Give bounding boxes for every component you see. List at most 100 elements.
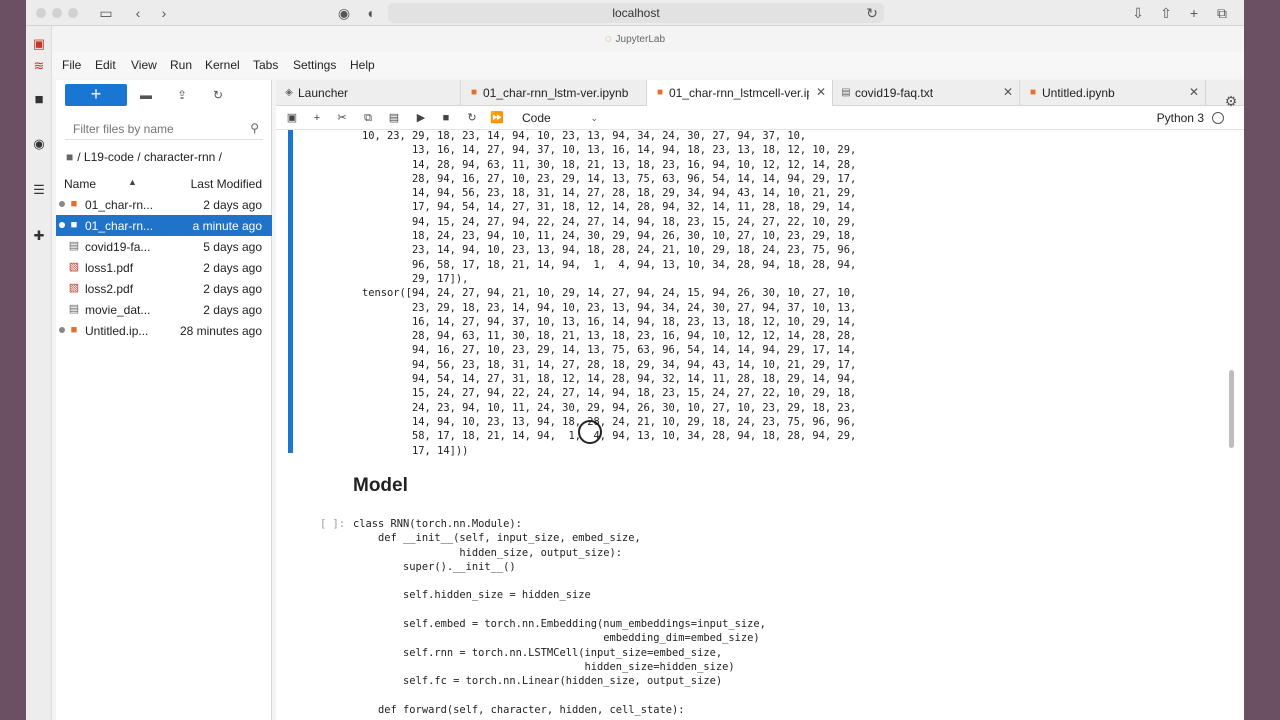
close-icon[interactable]: ✕ [1189,85,1199,99]
sidebar-toggle-icon[interactable]: ▭ [96,3,116,23]
tab-label: covid19-faq.txt [855,86,934,100]
filter-input[interactable] [65,118,235,140]
jupyter-menu-icon[interactable]: ▣ [31,36,47,52]
new-launcher-button[interactable]: + [65,84,127,106]
paste-icon[interactable]: ▤ [386,110,402,126]
code-cell-editor[interactable]: class RNN(torch.nn.Module): def __init__… [353,517,766,717]
menu-run[interactable]: Run [170,58,192,72]
activity-bar: ▣ ≋ ■ ◉ ☰ ✚ [26,26,52,720]
rocket-icon: ◈ [285,87,293,98]
folder-icon: ■ [66,150,74,164]
cell-type-label: Code [522,111,551,125]
privacy-icon[interactable]: ◉ [334,3,354,23]
notebook-panel[interactable]: 10, 23, 29, 18, 23, 14, 94, 10, 23, 13, … [276,130,1216,720]
breadcrumb[interactable]: ■ / L19-code / character-rnn / [66,150,222,164]
shield-icon[interactable]: ◖ [360,3,380,23]
chevron-down-icon: ⌄ [590,113,598,123]
file-row[interactable]: ■ 01_char-rn... 2 days ago [56,194,272,215]
file-name: covid19-fa... [85,240,151,254]
file-row[interactable]: ▧ loss1.pdf 2 days ago [56,257,272,278]
forward-icon[interactable]: › [154,3,174,23]
insert-cell-icon[interactable]: + [309,110,325,126]
stop-icon[interactable]: ■ [438,110,454,126]
run-icon[interactable]: ▶ [413,110,429,126]
file-name: loss2.pdf [85,282,134,296]
running-dot-icon [59,327,65,333]
menu-kernel[interactable]: Kernel [205,58,240,72]
minimize-window-button[interactable] [52,8,62,18]
zoom-window-button[interactable] [68,8,78,18]
file-row[interactable]: ▧ loss2.pdf 2 days ago [56,278,272,299]
markdown-heading: Model [353,475,408,496]
commands-icon[interactable]: ☰ [31,182,47,198]
folder-icon[interactable]: ■ [31,92,47,108]
notebook-icon: ■ [470,87,478,98]
close-icon[interactable]: ✕ [1003,85,1013,99]
tab-notebook-lstmcell[interactable]: ■ 01_char-rnn_lstmcell-ver.ipy ✕ [647,80,833,107]
pdf-icon: ▧ [68,282,80,294]
input-prompt: [ ]: [320,518,346,530]
file-row[interactable]: ■ Untitled.ip... 28 minutes ago [56,320,272,341]
cell-type-select[interactable]: Code ⌄ [522,109,602,127]
menu-help[interactable]: Help [350,58,375,72]
menu-view[interactable]: View [131,58,157,72]
notebook-toolbar: ▣ + ✂ ⧉ ▤ ▶ ■ ↻ ⏩ Code ⌄ Python 3 [276,106,1244,130]
tab-label: Untitled.ipynb [1042,86,1115,100]
upload-icon[interactable]: ⇪ [174,87,190,103]
save-icon[interactable]: ▣ [284,110,300,126]
jupyterlab-header: ◌ JupyterLab [26,26,1244,52]
refresh-icon[interactable]: ↻ [210,87,226,103]
kernel-name[interactable]: Python 3 [1157,111,1204,125]
cursor-highlight-icon [578,420,602,444]
menu-bar: File Edit View Run Kernel Tabs Settings … [26,52,1244,78]
download-icon[interactable]: ⇩ [1128,3,1148,23]
extensions-icon[interactable]: ✚ [31,228,47,244]
tab-untitled[interactable]: ■ Untitled.ipynb ✕ [1020,80,1206,106]
file-list-header: Name ▲ Last Modified [56,174,272,194]
close-icon[interactable]: ✕ [816,85,826,99]
file-name: Untitled.ip... [85,324,149,338]
menu-tabs[interactable]: Tabs [253,58,278,72]
main-area: ◈ Launcher ■ 01_char-rnn_lstm-ver.ipynb … [276,80,1244,720]
reload-icon[interactable]: ↻ [862,3,882,23]
restart-icon[interactable]: ↻ [464,110,480,126]
tab-launcher[interactable]: ◈ Launcher [276,80,461,106]
file-icon: ▤ [68,240,80,252]
tab-covid19-faq[interactable]: ▤ covid19-faq.txt ✕ [833,80,1020,106]
menu-edit[interactable]: Edit [95,58,116,72]
copy-icon[interactable]: ⧉ [360,110,376,126]
menu-settings[interactable]: Settings [293,58,336,72]
running-dot-icon [59,201,65,207]
file-row[interactable]: ■ 01_char-rn... a minute ago [56,215,272,236]
file-name: movie_dat... [85,303,151,317]
share-icon[interactable]: ⇧ [1156,3,1176,23]
column-last-modified[interactable]: Last Modified [191,177,262,191]
property-inspector-icon[interactable]: ⚙ [1222,92,1240,110]
run-all-icon[interactable]: ⏩ [489,110,505,126]
back-icon[interactable]: ‹ [128,3,148,23]
tab-overview-icon[interactable]: ⧉ [1212,3,1232,23]
sidebar-toggle-icon[interactable]: ≋ [31,58,47,74]
running-icon[interactable]: ◉ [31,136,47,152]
cell-output: 10, 23, 29, 18, 23, 14, 94, 10, 23, 13, … [362,130,857,457]
breadcrumb-path: / L19-code / character-rnn / [77,150,222,164]
column-name[interactable]: Name [64,177,96,191]
cut-icon[interactable]: ✂ [334,110,350,126]
new-folder-icon[interactable]: ▬ [138,87,154,103]
new-tab-icon[interactable]: + [1184,3,1204,23]
file-row[interactable]: ▤ covid19-fa... 5 days ago [56,236,272,257]
tab-notebook-lstm[interactable]: ■ 01_char-rnn_lstm-ver.ipynb [461,80,647,106]
notebook-icon: ■ [70,219,78,231]
app-name: JupyterLab [615,34,666,45]
notebook-scrollbar[interactable] [1229,370,1234,448]
search-icon: ⚲ [250,121,259,135]
file-modified: a minute ago [192,219,262,233]
file-row[interactable]: ▤ movie_dat... 2 days ago [56,299,272,320]
notebook-icon: ■ [656,87,664,98]
file-modified: 2 days ago [203,303,262,317]
menu-file[interactable]: File [62,58,81,72]
close-window-button[interactable] [36,8,46,18]
file-icon: ▤ [68,303,80,315]
address-bar[interactable]: localhost [388,3,884,23]
output-collapser[interactable] [288,130,293,453]
